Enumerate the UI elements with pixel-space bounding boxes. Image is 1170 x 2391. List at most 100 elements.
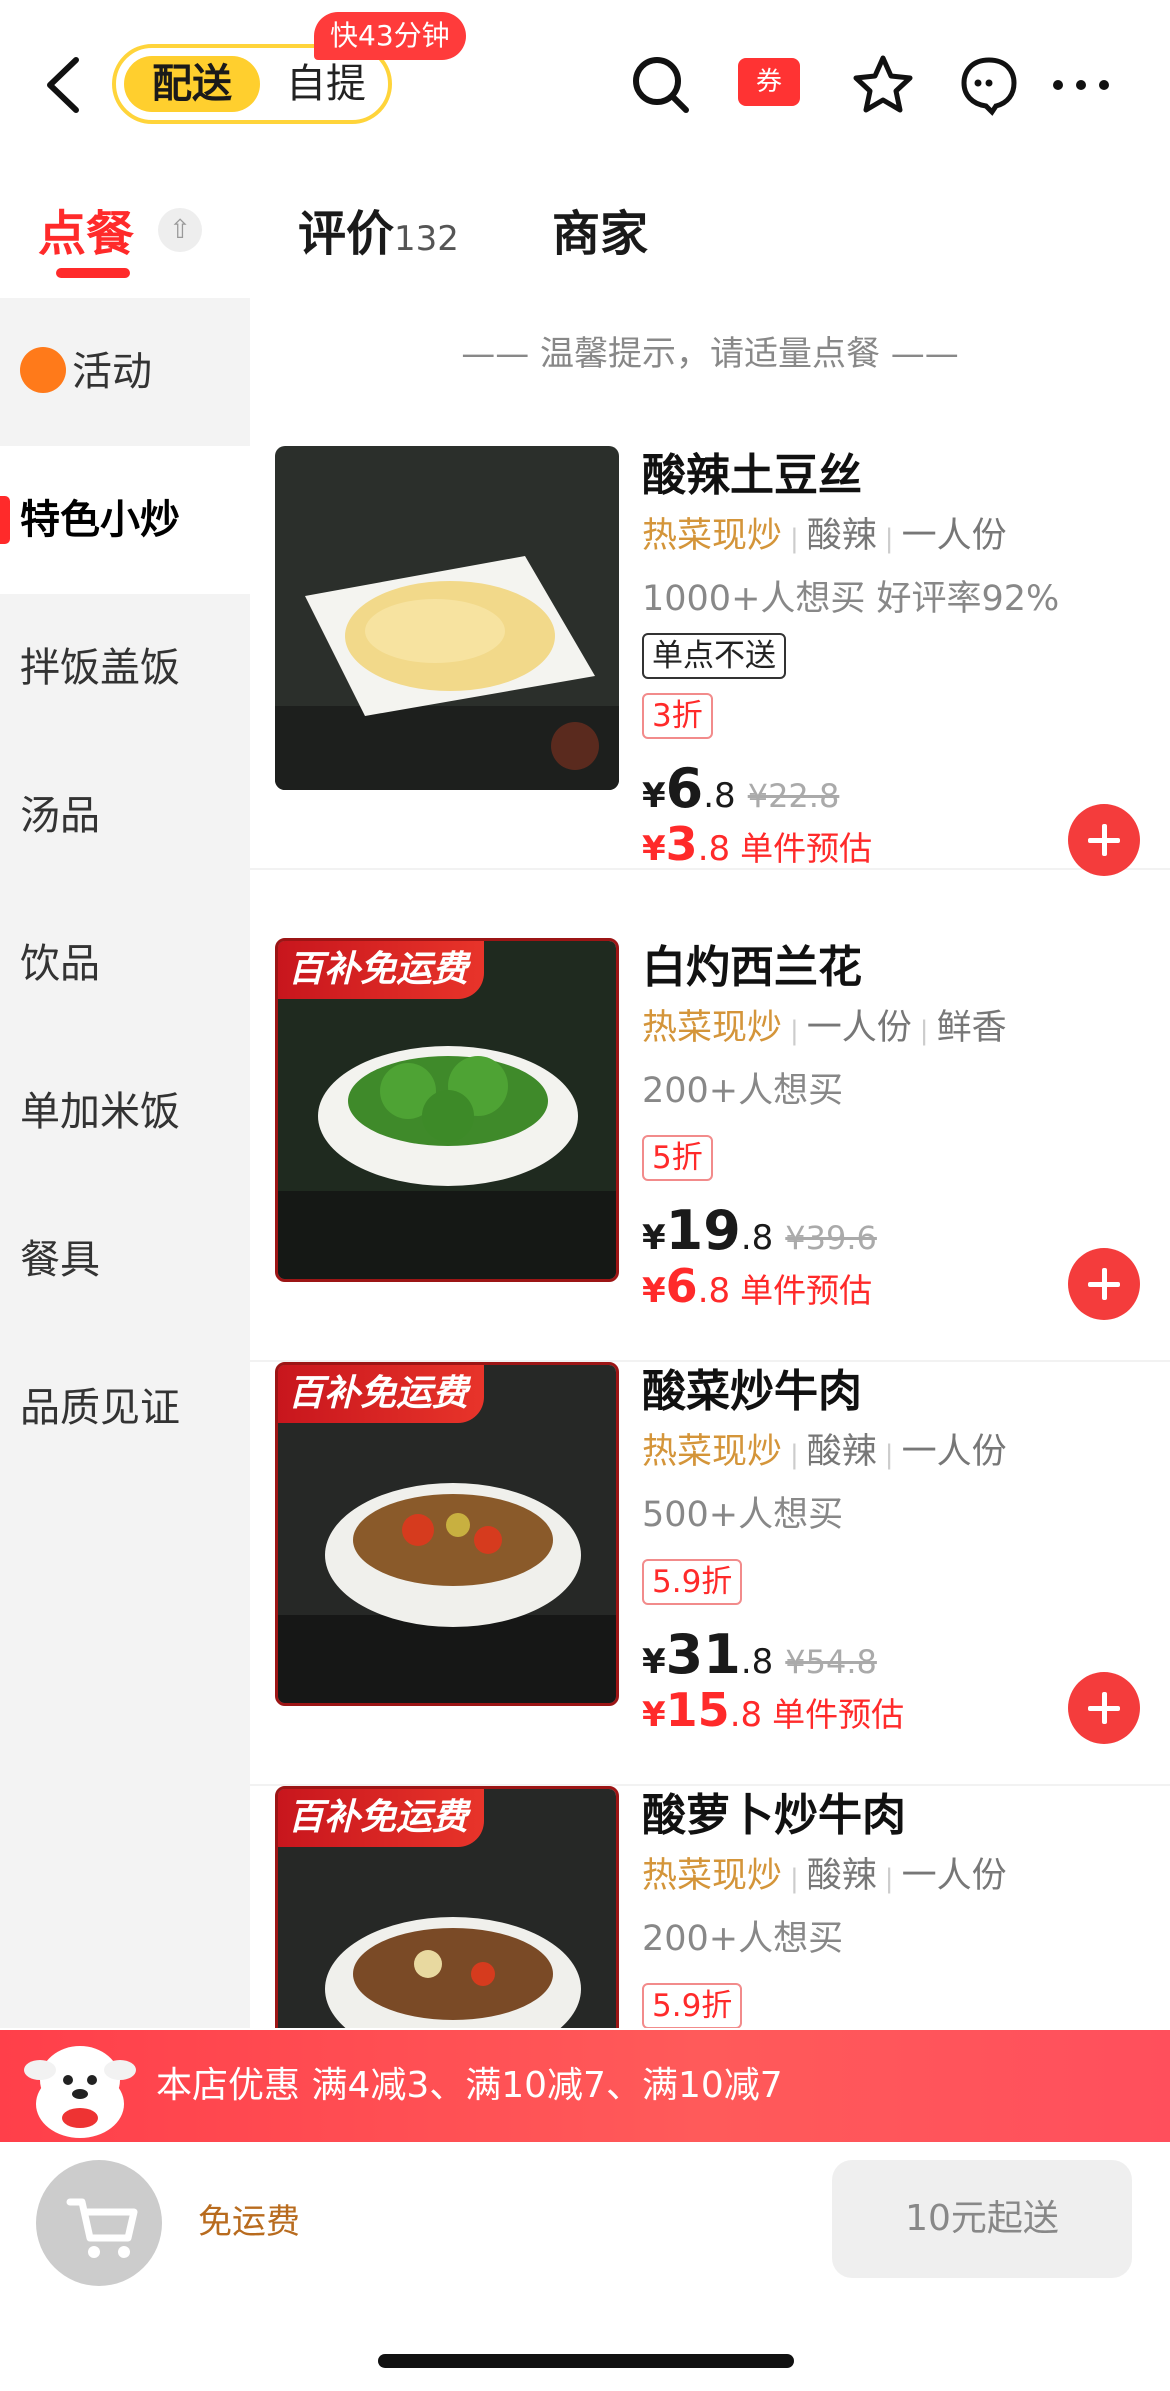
product-item[interactable]: 百补免运费 酸萝卜炒牛肉 热菜现炒 | 酸辣 | 一人份 200+人想买 5.9折 [250,1786,1170,2028]
price-row: ¥19.8 ¥39.6 [642,1199,1162,1262]
fast-delivery-badge: 快43分钟 [314,12,466,60]
add-to-cart-button[interactable] [1068,804,1140,876]
product-item[interactable]: 酸辣土豆丝 热菜现炒 | 酸辣 | 一人份 1000+人想买 好评率92% 单点不送 3… [250,446,1170,876]
est-currency: ¥ [642,1695,666,1735]
add-to-cart-button[interactable] [1068,1672,1140,1744]
sidebar-item-label: 拌饭盖饭 [20,645,180,691]
price-row: ¥31.8 ¥54.8 [642,1623,1162,1686]
sidebar-item-activity[interactable]: 活动 [0,298,250,446]
cart-button[interactable] [36,2160,162,2286]
sidebar-item-label: 活动 [72,349,152,395]
price-decimal: .8 [740,1218,774,1258]
category-sidebar: 活动 特色小炒 拌饭盖饭 汤品 饮品 单加米饭 餐具 品质见证 [0,298,250,2028]
product-image[interactable] [275,446,619,790]
est-price-decimal: .8 [697,829,731,869]
est-price-value: 15 [665,1683,730,1737]
est-label: 单件预估 [740,829,873,868]
min-order-button[interactable]: 10元起送 [832,2160,1132,2278]
product-name: 酸菜炒牛肉 [642,1366,862,1417]
tab-reviews[interactable]: 评价132 [298,194,459,264]
activity-flame-icon [20,347,66,393]
tab-order-label: 点餐 [38,206,135,262]
more-menu-icon[interactable] [1046,52,1116,118]
product-name: 酸萝卜炒牛肉 [642,1790,906,1841]
ordering-tip: —— 温馨提示，请适量点餐 —— [461,334,959,374]
price-currency: ¥ [642,1642,666,1682]
product-tag: 热菜现炒 [642,1856,783,1896]
mode-pickup[interactable]: 自提 [276,56,376,112]
search-icon[interactable] [628,52,694,118]
sidebar-item-quality-proof[interactable]: 品质见证 [0,1334,250,1482]
shopping-cart-icon [66,2198,138,2258]
price-row: ¥6.8 ¥22.8 [642,757,1162,820]
product-tag: 热菜现炒 [642,516,783,556]
store-order-page: 配送 自提 快43分钟 券 点餐 ⇧ 评价132 商家 活动 特色小炒 拌饭盖饭… [0,0,1170,2391]
discount-badge: 5.9折 [642,1983,743,2028]
subsidy-free-shipping-badge: 百补免运费 [278,1365,485,1423]
product-item[interactable]: 百补免运费 酸菜炒牛肉 热菜现炒 | 酸辣 | 一人份 500+人想买 5.9折 ¥31… [250,1362,1170,1786]
product-tag: 一人份 [901,1856,1007,1896]
sidebar-item-label: 单加米饭 [20,1089,180,1135]
discount-badge: 5折 [642,1135,713,1181]
price-value: 19 [665,1199,741,1262]
tab-bar: 点餐 ⇧ 评价132 商家 [0,180,1170,290]
product-stats: 1000+人想买 好评率92% [642,579,1060,619]
customer-service-icon[interactable] [956,52,1022,118]
product-stats: 200+人想买 [642,1071,844,1111]
sidebar-item-label: 餐具 [20,1237,100,1283]
product-tags: 热菜现炒 | 酸辣 | 一人份 [642,1432,1007,1472]
product-tag: 鲜香 [936,1008,1007,1048]
mascot-dog-icon [24,2046,136,2138]
favorite-star-icon[interactable] [850,52,916,118]
collapse-up-icon[interactable]: ⇧ [158,208,202,252]
subsidy-free-shipping-badge: 百补免运费 [278,1789,485,1847]
sidebar-item-label: 饮品 [20,941,100,987]
sidebar-item-tableware[interactable]: 餐具 [0,1186,250,1334]
product-stats: 200+人想买 [642,1919,844,1959]
subsidy-free-shipping-badge: 百补免运费 [278,941,485,999]
product-item[interactable]: 百补免运费 白灼西兰花 热菜现炒 | 一人份 | 鲜香 200+人想买 5折 ¥19.8… [250,938,1170,1362]
product-tag: 热菜现炒 [642,1008,783,1048]
sidebar-item-label: 特色小炒 [20,497,180,543]
tab-reviews-label: 评价 [298,206,395,262]
tab-merchant-label: 商家 [552,206,649,262]
product-tag: 一人份 [901,1432,1007,1472]
product-info: 酸萝卜炒牛肉 热菜现炒 | 酸辣 | 一人份 200+人想买 5.9折 [642,1786,1162,2028]
sidebar-item-extra-rice[interactable]: 单加米饭 [0,1038,250,1186]
product-name: 酸辣土豆丝 [642,450,862,501]
price-decimal: .8 [740,1642,774,1682]
sidebar-item-drinks[interactable]: 饮品 [0,890,250,1038]
product-name: 白灼西兰花 [642,942,862,993]
add-to-cart-button[interactable] [1068,1248,1140,1320]
sidebar-item-rice-bowls[interactable]: 拌饭盖饭 [0,594,250,742]
est-currency: ¥ [642,1271,666,1311]
product-image[interactable]: 百补免运费 [275,1362,619,1706]
est-price-value: 3 [665,817,698,871]
est-price-value: 6 [665,1259,698,1313]
price-decimal: .8 [703,776,736,816]
product-tag: 一人份 [901,516,1007,556]
product-tags: 热菜现炒 | 酸辣 | 一人份 [642,516,1007,556]
product-image[interactable]: 百补免运费 [275,1786,619,2028]
sidebar-item-soups[interactable]: 汤品 [0,742,250,890]
store-promo-banner[interactable]: 本店优惠 满4减3、满10减7、满10减7 [0,2030,1170,2142]
est-price-decimal: .8 [729,1695,763,1735]
original-price: ¥54.8 [785,1643,877,1681]
discount-badge: 3折 [642,693,713,739]
product-list: —— 温馨提示，请适量点餐 —— 酸辣土豆丝 热菜现炒 | 酸辣 | 一人份 1000+ [250,298,1170,2028]
product-tags: 热菜现炒 | 酸辣 | 一人份 [642,1856,1007,1896]
home-indicator[interactable] [378,2354,794,2368]
tab-reviews-count: 132 [394,219,459,259]
est-label: 单件预估 [740,1271,873,1310]
mode-delivery[interactable]: 配送 [124,56,260,112]
sidebar-item-specialty-stirfry[interactable]: 特色小炒 [0,446,250,594]
discount-badge: 5.9折 [642,1559,743,1605]
back-arrow-icon[interactable] [40,52,90,118]
tab-order[interactable]: 点餐 [38,194,134,264]
product-stats: 500+人想买 [642,1495,844,1535]
coupon-icon[interactable]: 券 [738,58,800,106]
price-value: 31 [665,1623,741,1686]
product-image[interactable]: 百补免运费 [275,938,619,1282]
top-bar: 配送 自提 快43分钟 券 [0,0,1170,165]
tab-merchant[interactable]: 商家 [552,194,648,264]
